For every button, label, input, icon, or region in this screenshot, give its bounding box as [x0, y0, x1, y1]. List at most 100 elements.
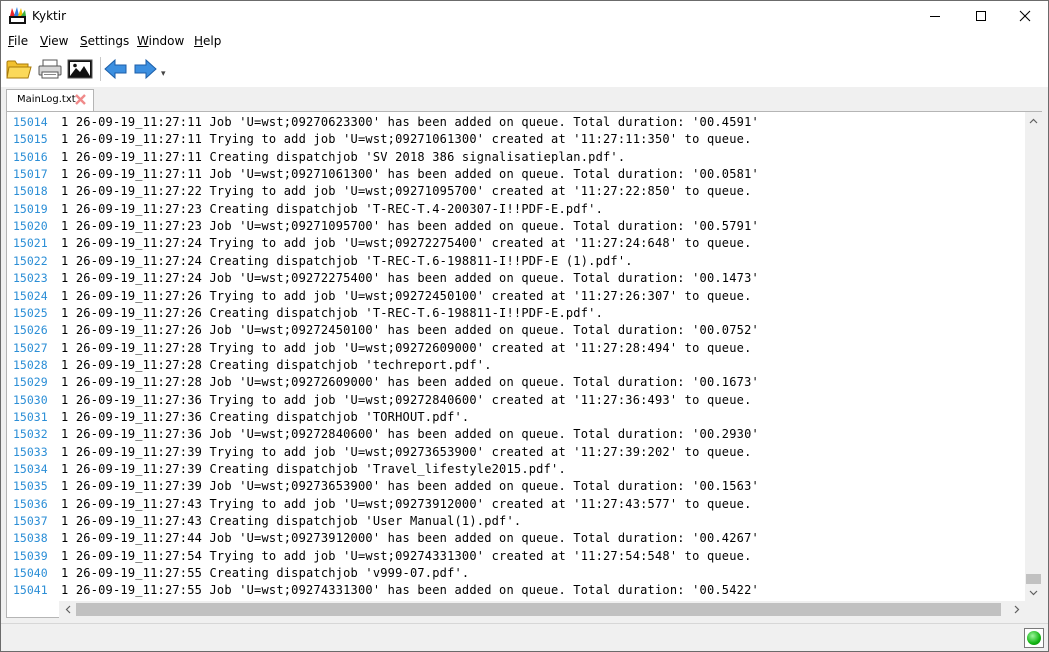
- line-text: 1 26-09-19_11:27:55 Job 'U=wst;092743313…: [61, 583, 759, 598]
- print-button[interactable]: [36, 55, 64, 83]
- tab-label: MainLog.txt: [17, 94, 76, 105]
- line-number: 15031: [13, 409, 48, 424]
- line-text: 1 26-09-19_11:27:54 Trying to add job 'U…: [61, 548, 752, 563]
- log-line[interactable]: 15014 1 26-09-19_11:27:11 Job 'U=wst;0927…: [7, 114, 1025, 131]
- line-number: 15016: [13, 149, 48, 164]
- log-line[interactable]: 15021 1 26-09-19_11:27:24 Trying to add j…: [7, 235, 1025, 252]
- log-line[interactable]: 15028 1 26-09-19_11:27:28 Creating dispat…: [7, 357, 1025, 374]
- chevron-right-icon: [1014, 605, 1019, 614]
- chevron-left-icon: [65, 605, 70, 614]
- line-text: 1 26-09-19_11:27:28 Trying to add job 'U…: [61, 340, 752, 355]
- line-text: 1 26-09-19_11:27:11 Job 'U=wst;092710613…: [61, 167, 759, 182]
- app-window: Kyktir File View Settings Window Help ▾ …: [0, 0, 1049, 652]
- log-line[interactable]: 15022 1 26-09-19_11:27:24 Creating dispat…: [7, 253, 1025, 270]
- line-text: 1 26-09-19_11:27:26 Creating dispatchjob…: [61, 305, 603, 320]
- menu-help[interactable]: Help: [194, 34, 221, 48]
- menu-help-accel: H: [194, 34, 204, 48]
- vertical-scrollbar[interactable]: [1025, 112, 1042, 601]
- line-number: 15032: [13, 427, 48, 442]
- line-number: 15041: [13, 583, 48, 598]
- line-text: 1 26-09-19_11:27:36 Job 'U=wst;092728406…: [61, 427, 759, 442]
- log-line[interactable]: 15019 1 26-09-19_11:27:23 Creating dispat…: [7, 201, 1025, 218]
- log-line[interactable]: 15018 1 26-09-19_11:27:22 Trying to add j…: [7, 183, 1025, 200]
- scroll-left-button[interactable]: [59, 601, 76, 618]
- line-number: 15023: [13, 271, 48, 286]
- scroll-up-button[interactable]: [1025, 112, 1042, 129]
- line-number: 15018: [13, 184, 48, 199]
- chevron-up-icon: [1029, 118, 1038, 123]
- vertical-scroll-thumb[interactable]: [1026, 574, 1041, 584]
- log-line[interactable]: 15040 1 26-09-19_11:27:55 Creating dispat…: [7, 565, 1025, 582]
- menu-window-accel: W: [137, 34, 149, 48]
- scroll-right-button[interactable]: [1008, 601, 1025, 618]
- tab-close-icon[interactable]: [74, 93, 87, 106]
- line-number: 15020: [13, 219, 48, 234]
- toolbar-overflow-chevron-icon[interactable]: ▾: [161, 69, 171, 81]
- horizontal-scroll-thumb[interactable]: [76, 603, 1001, 616]
- line-text: 1 26-09-19_11:27:39 Job 'U=wst;092736539…: [61, 479, 759, 494]
- log-line[interactable]: 15029 1 26-09-19_11:27:28 Job 'U=wst;0927…: [7, 374, 1025, 391]
- line-text: 1 26-09-19_11:27:39 Trying to add job 'U…: [61, 444, 752, 459]
- log-line[interactable]: 15041 1 26-09-19_11:27:55 Job 'U=wst;0927…: [7, 582, 1025, 599]
- log-line[interactable]: 15035 1 26-09-19_11:27:39 Job 'U=wst;0927…: [7, 478, 1025, 495]
- close-icon: [1019, 10, 1031, 22]
- log-line[interactable]: 15025 1 26-09-19_11:27:26 Creating dispat…: [7, 305, 1025, 322]
- log-line[interactable]: 15037 1 26-09-19_11:27:43 Creating dispat…: [7, 513, 1025, 530]
- line-text: 1 26-09-19_11:27:36 Creating dispatchjob…: [61, 409, 470, 424]
- menu-file-label: ile: [14, 34, 29, 48]
- open-button[interactable]: [5, 55, 33, 83]
- log-line[interactable]: 15016 1 26-09-19_11:27:11 Creating dispat…: [7, 149, 1025, 166]
- line-number: 15027: [13, 340, 48, 355]
- window-title: Kyktir: [32, 9, 67, 23]
- title-bar[interactable]: Kyktir: [1, 1, 1048, 31]
- close-button[interactable]: [1002, 1, 1048, 31]
- line-text: 1 26-09-19_11:27:55 Creating dispatchjob…: [61, 566, 470, 581]
- log-lines: 15014 1 26-09-19_11:27:11 Job 'U=wst;0927…: [7, 114, 1025, 603]
- log-line[interactable]: 15023 1 26-09-19_11:27:24 Job 'U=wst;0927…: [7, 270, 1025, 287]
- log-line[interactable]: 15020 1 26-09-19_11:27:23 Job 'U=wst;0927…: [7, 218, 1025, 235]
- scroll-down-button[interactable]: [1025, 584, 1042, 601]
- log-line[interactable]: 15017 1 26-09-19_11:27:11 Job 'U=wst;0927…: [7, 166, 1025, 183]
- line-text: 1 26-09-19_11:27:44 Job 'U=wst;092739120…: [61, 531, 759, 546]
- log-line[interactable]: 15036 1 26-09-19_11:27:43 Trying to add j…: [7, 496, 1025, 513]
- line-number: 15019: [13, 201, 48, 216]
- menu-view[interactable]: View: [40, 34, 68, 48]
- line-text: 1 26-09-19_11:27:24 Creating dispatchjob…: [61, 253, 633, 268]
- line-number: 15026: [13, 323, 48, 338]
- menu-bar: File View Settings Window Help: [1, 31, 1048, 51]
- log-line[interactable]: 15015 1 26-09-19_11:27:11 Trying to add j…: [7, 131, 1025, 148]
- menu-settings[interactable]: Settings: [80, 34, 129, 48]
- menu-settings-accel: S: [80, 34, 88, 48]
- tab-mainlog[interactable]: MainLog.txt: [6, 89, 94, 111]
- log-line[interactable]: 15026 1 26-09-19_11:27:26 Job 'U=wst;0927…: [7, 322, 1025, 339]
- line-text: 1 26-09-19_11:27:28 Job 'U=wst;092726090…: [61, 375, 759, 390]
- log-line[interactable]: 15024 1 26-09-19_11:27:26 Trying to add j…: [7, 288, 1025, 305]
- line-text: 1 26-09-19_11:27:24 Job 'U=wst;092722754…: [61, 271, 759, 286]
- menu-window[interactable]: Window: [137, 34, 184, 48]
- line-number: 15022: [13, 253, 48, 268]
- line-text: 1 26-09-19_11:27:43 Creating dispatchjob…: [61, 514, 522, 529]
- line-number: 15037: [13, 514, 48, 529]
- minimize-button[interactable]: [912, 1, 958, 31]
- log-line[interactable]: 15027 1 26-09-19_11:27:28 Trying to add j…: [7, 340, 1025, 357]
- maximize-button[interactable]: [958, 1, 1004, 31]
- chevron-down-icon: [1029, 590, 1038, 595]
- back-arrow-icon: [104, 58, 127, 80]
- log-line[interactable]: 15033 1 26-09-19_11:27:39 Trying to add j…: [7, 444, 1025, 461]
- horizontal-scrollbar[interactable]: [59, 601, 1025, 618]
- menu-file[interactable]: File: [8, 34, 28, 48]
- log-editor[interactable]: 15014 1 26-09-19_11:27:11 Job 'U=wst;0927…: [6, 111, 1042, 618]
- line-text: 1 26-09-19_11:27:26 Trying to add job 'U…: [61, 288, 752, 303]
- image-button[interactable]: [66, 55, 94, 83]
- log-line[interactable]: 15039 1 26-09-19_11:27:54 Trying to add j…: [7, 548, 1025, 565]
- log-line[interactable]: 15032 1 26-09-19_11:27:36 Job 'U=wst;0927…: [7, 426, 1025, 443]
- back-button[interactable]: [102, 55, 130, 83]
- forward-button[interactable]: [131, 55, 159, 83]
- line-number: 15035: [13, 479, 48, 494]
- line-number: 15024: [13, 288, 48, 303]
- line-number: 15025: [13, 305, 48, 320]
- log-line[interactable]: 15034 1 26-09-19_11:27:39 Creating dispat…: [7, 461, 1025, 478]
- log-line[interactable]: 15038 1 26-09-19_11:27:44 Job 'U=wst;0927…: [7, 530, 1025, 547]
- log-line[interactable]: 15030 1 26-09-19_11:27:36 Trying to add j…: [7, 392, 1025, 409]
- log-line[interactable]: 15031 1 26-09-19_11:27:36 Creating dispat…: [7, 409, 1025, 426]
